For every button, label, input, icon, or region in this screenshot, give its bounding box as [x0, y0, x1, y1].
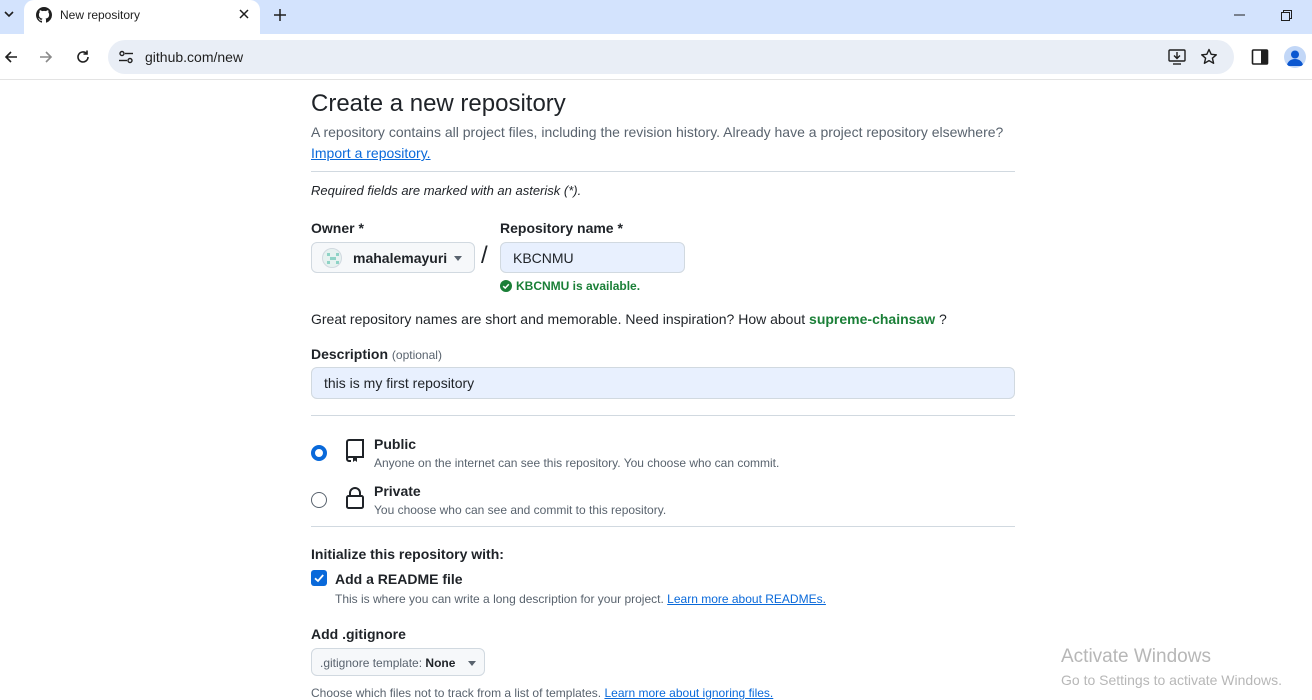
gitignore-label: Add .gitignore	[311, 626, 406, 642]
owner-name: mahalemayuri	[353, 250, 448, 266]
page-title: Create a new repository	[311, 90, 566, 117]
description-label-text: Description	[311, 346, 389, 362]
public-title: Public	[374, 436, 417, 452]
owner-dropdown[interactable]: mahalemayuri	[311, 242, 475, 273]
windows-activation-watermark: Activate Windows Go to Settings to activ…	[1061, 646, 1282, 688]
owner-label: Owner *	[311, 220, 364, 236]
readme-title: Add a README file	[335, 571, 463, 587]
private-description: You choose who can see and commit to thi…	[374, 503, 667, 517]
new-tab-plus-icon[interactable]	[270, 5, 290, 25]
address-bar[interactable]: github.com/new	[108, 40, 1234, 74]
install-app-icon[interactable]	[1168, 48, 1186, 66]
availability-message: KBCNMU is available.	[500, 279, 640, 293]
reload-icon[interactable]	[72, 46, 94, 68]
minimize-icon[interactable]	[1228, 6, 1250, 24]
chevron-down-icon	[454, 256, 462, 261]
checkmark-icon	[314, 574, 324, 583]
availability-text: KBCNMU is available.	[516, 279, 641, 293]
inspiration-end: ?	[939, 311, 947, 327]
gitignore-prefix: .gitignore template:	[320, 656, 423, 670]
restore-window-icon[interactable]	[1275, 6, 1297, 24]
profile-avatar-icon[interactable]	[1284, 46, 1306, 68]
close-tab-icon[interactable]	[236, 6, 252, 22]
divider	[311, 171, 1015, 172]
name-inspiration: Great repository names are short and mem…	[311, 311, 947, 327]
private-title: Private	[374, 483, 421, 499]
description-input[interactable]	[311, 367, 1015, 399]
tab-title: New repository	[60, 8, 141, 22]
watermark-line1: Activate Windows	[1061, 646, 1211, 667]
side-panel-icon[interactable]	[1251, 48, 1269, 66]
divider	[311, 526, 1015, 527]
github-icon	[36, 7, 52, 23]
public-description: Anyone on the internet can see this repo…	[374, 456, 780, 470]
private-radio[interactable]	[311, 492, 327, 508]
public-radio[interactable]	[311, 445, 327, 461]
import-repository-link[interactable]: Import a repository.	[311, 145, 431, 161]
chevron-down-icon	[468, 661, 476, 666]
readme-description: This is where you can write a long descr…	[335, 592, 826, 606]
page-subtitle: A repository contains all project files,…	[311, 124, 1004, 140]
bookmark-star-icon[interactable]	[1200, 48, 1218, 66]
owner-avatar	[322, 248, 342, 268]
tab-strip: New repository	[0, 0, 1312, 34]
learn-more-readmes-link[interactable]: Learn more about READMEs.	[667, 592, 826, 606]
site-info-icon[interactable]	[118, 49, 134, 65]
name-suggestion[interactable]: supreme-chainsaw	[809, 311, 935, 327]
repo-name-label: Repository name *	[500, 220, 623, 236]
gitignore-template-dropdown[interactable]: .gitignore template: None	[311, 648, 485, 676]
browser-toolbar: github.com/new	[0, 34, 1312, 80]
inspiration-text: Great repository names are short and mem…	[311, 311, 806, 327]
check-circle-icon	[500, 280, 512, 292]
optional-tag: (optional)	[391, 348, 442, 362]
readme-checkbox[interactable]	[311, 570, 327, 586]
owner-repo-separator: /	[481, 242, 488, 269]
back-arrow-icon[interactable]	[0, 46, 22, 68]
required-fields-note: Required fields are marked with an aster…	[311, 183, 582, 198]
divider	[311, 415, 1015, 416]
initialize-label: Initialize this repository with:	[311, 546, 504, 562]
lock-icon	[346, 487, 364, 509]
readme-desc-text: This is where you can write a long descr…	[335, 592, 664, 606]
description-label: Description (optional)	[311, 346, 442, 362]
repo-book-icon	[346, 439, 364, 462]
gitignore-value: None	[425, 656, 456, 670]
url-text: github.com/new	[145, 49, 244, 65]
repository-name-input[interactable]	[500, 242, 685, 273]
forward-arrow-icon[interactable]	[35, 46, 57, 68]
browser-tab[interactable]: New repository	[24, 0, 260, 34]
tab-search-chevron-icon[interactable]	[0, 0, 18, 28]
watermark-line2: Go to Settings to activate Windows.	[1061, 672, 1282, 688]
